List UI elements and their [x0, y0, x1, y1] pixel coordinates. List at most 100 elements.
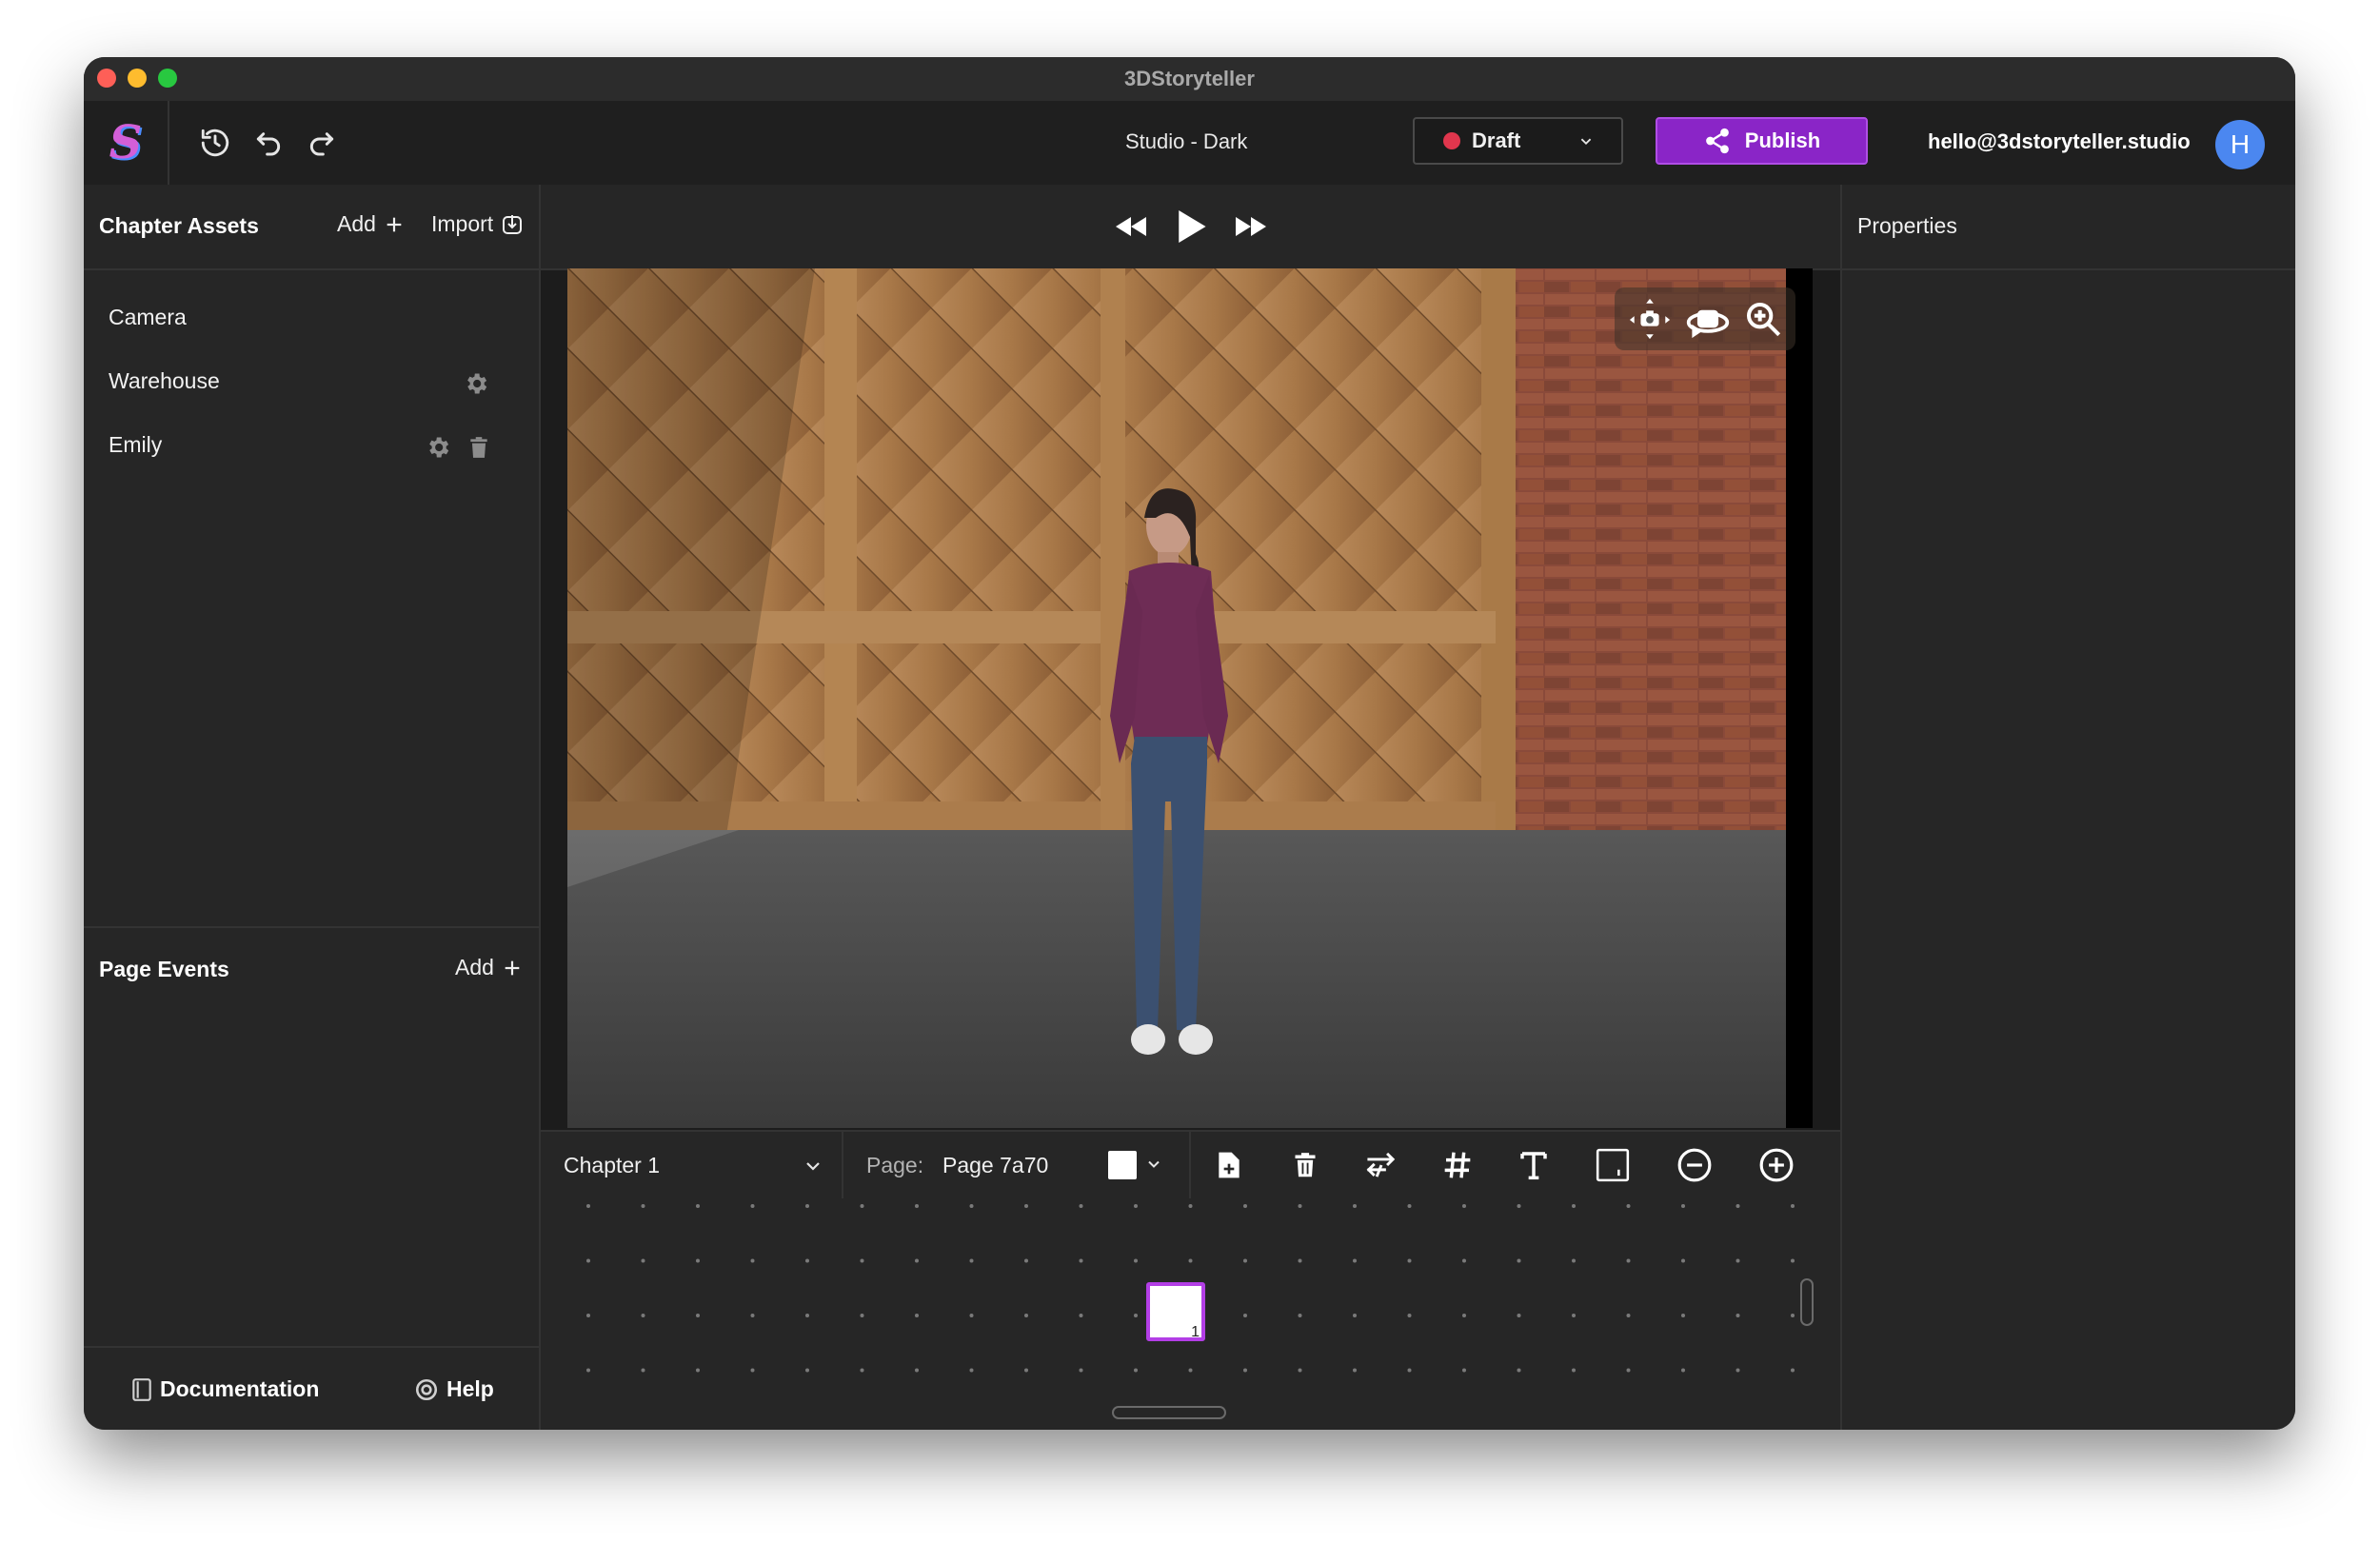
- grid-dot: [1134, 1258, 1138, 1263]
- grid-dot: [1079, 1258, 1083, 1263]
- page-name-field[interactable]: Page: Page 7a70: [843, 1132, 1191, 1198]
- grid-dot: [1188, 1368, 1193, 1373]
- chapter-dropdown[interactable]: Chapter 1: [541, 1132, 843, 1198]
- rewind-icon[interactable]: [1112, 211, 1150, 242]
- grid-dot: [1626, 1314, 1631, 1317]
- page-toolbar: Chapter 1 Page: Page 7a70: [541, 1130, 1840, 1200]
- grid-dot: [1572, 1368, 1576, 1373]
- page-timeline[interactable]: 1: [541, 1198, 1840, 1430]
- grid-dot: [1079, 1314, 1083, 1317]
- grid-dot: [805, 1204, 809, 1208]
- grid-dot: [1298, 1204, 1302, 1208]
- camera-orbit-icon[interactable]: [1685, 297, 1731, 341]
- avatar[interactable]: H: [2215, 120, 2265, 169]
- grid-dot: [860, 1258, 864, 1263]
- add-event-button[interactable]: Add: [455, 955, 523, 980]
- status-dropdown[interactable]: Draft: [1413, 117, 1623, 165]
- transition-button[interactable]: [1343, 1132, 1419, 1198]
- grid-dot: [1735, 1258, 1740, 1263]
- play-icon[interactable]: [1175, 208, 1207, 246]
- grid-dot: [860, 1204, 864, 1208]
- properties-header: Properties: [1842, 185, 2295, 270]
- undo-icon: [256, 132, 281, 156]
- zoom-icon[interactable]: [1744, 300, 1782, 338]
- grid-dot: [1243, 1258, 1247, 1263]
- window-title: 3DStoryteller: [1124, 67, 1255, 90]
- history-button[interactable]: [194, 124, 236, 162]
- timeline-page-thumbnail[interactable]: 1: [1146, 1282, 1205, 1341]
- text-tool-button[interactable]: [1496, 1132, 1572, 1198]
- grid-dot: [915, 1314, 919, 1317]
- gear-icon[interactable]: [425, 434, 451, 461]
- grid-dot: [641, 1368, 645, 1373]
- gear-icon[interactable]: [463, 370, 489, 397]
- grid-dot: [1791, 1368, 1795, 1373]
- playback-controls: [541, 185, 1840, 270]
- documentation-link[interactable]: Documentation: [131, 1376, 319, 1402]
- redo-icon: [309, 132, 334, 156]
- grid-dot: [1188, 1258, 1193, 1263]
- grid-dot: [969, 1314, 974, 1317]
- asset-item-camera[interactable]: Camera: [84, 287, 539, 351]
- grid-dot: [1079, 1368, 1083, 1373]
- grid-dot: [1243, 1204, 1247, 1208]
- grid-dot: [1407, 1258, 1412, 1263]
- text-icon: [1520, 1152, 1547, 1180]
- zoom-in-icon: [1759, 1148, 1794, 1182]
- minimize-window-button[interactable]: [128, 69, 147, 88]
- delete-page-button[interactable]: [1267, 1132, 1343, 1198]
- grid-dot: [915, 1204, 919, 1208]
- timeline-horizontal-scrollbar[interactable]: [1112, 1406, 1226, 1419]
- asset-label: Emily: [109, 432, 163, 457]
- properties-panel: Properties: [1840, 185, 2295, 1430]
- documentation-label: Documentation: [160, 1376, 320, 1401]
- add-asset-button[interactable]: Add: [337, 211, 405, 237]
- editor-center: Chapter 1 Page: Page 7a70 1: [541, 185, 1840, 1430]
- asset-item-emily[interactable]: Emily: [84, 415, 539, 479]
- trash-icon[interactable]: [466, 434, 491, 461]
- grid-dot: [1517, 1258, 1521, 1263]
- zoom-in-button[interactable]: [1735, 1132, 1817, 1198]
- maximize-window-button[interactable]: [158, 69, 177, 88]
- grid-dot: [915, 1368, 919, 1373]
- chevron-down-icon: [806, 1162, 820, 1171]
- page-frame-button[interactable]: [1572, 1132, 1654, 1198]
- fast-forward-icon[interactable]: [1232, 211, 1270, 242]
- app-logo: S: [109, 116, 143, 169]
- grid-dot: [1024, 1258, 1028, 1263]
- page-tools: [1191, 1132, 1817, 1198]
- grid-dot: [750, 1258, 755, 1263]
- grid-dot: [1353, 1258, 1357, 1263]
- logo-cell[interactable]: S: [84, 101, 169, 185]
- grid-dot: [1134, 1204, 1138, 1208]
- chevron-down-icon[interactable]: [1144, 1155, 1163, 1174]
- add-page-button[interactable]: [1191, 1132, 1267, 1198]
- scene-viewport[interactable]: [567, 268, 1813, 1128]
- grid-dot: [1462, 1258, 1466, 1263]
- plus-icon: [387, 217, 402, 231]
- grid-dot: [750, 1314, 755, 1317]
- import-button[interactable]: Import: [431, 211, 524, 237]
- redo-button[interactable]: [301, 124, 343, 162]
- asset-label: Warehouse: [109, 368, 220, 393]
- asset-item-warehouse[interactable]: Warehouse: [84, 351, 539, 415]
- asset-actions: [425, 434, 491, 461]
- grid-dot: [1681, 1368, 1685, 1373]
- page-number-button[interactable]: [1419, 1132, 1496, 1198]
- import-label: Import: [431, 211, 494, 236]
- grid-dot: [641, 1258, 645, 1263]
- grid-dot: [1626, 1204, 1631, 1208]
- import-icon: [503, 214, 523, 234]
- publish-button[interactable]: Publish: [1656, 117, 1868, 165]
- zoom-out-button[interactable]: [1654, 1132, 1735, 1198]
- grid-dot: [1517, 1368, 1521, 1373]
- asset-actions: [463, 370, 489, 397]
- camera-move-icon[interactable]: [1628, 297, 1672, 341]
- publish-label: Publish: [1744, 129, 1821, 152]
- page-color-swatch[interactable]: [1108, 1151, 1137, 1179]
- timeline-vertical-scrollbar[interactable]: [1800, 1278, 1814, 1326]
- help-link[interactable]: Help: [414, 1376, 494, 1402]
- grid-dot: [1735, 1368, 1740, 1373]
- close-window-button[interactable]: [97, 69, 116, 88]
- undo-button[interactable]: [248, 124, 289, 162]
